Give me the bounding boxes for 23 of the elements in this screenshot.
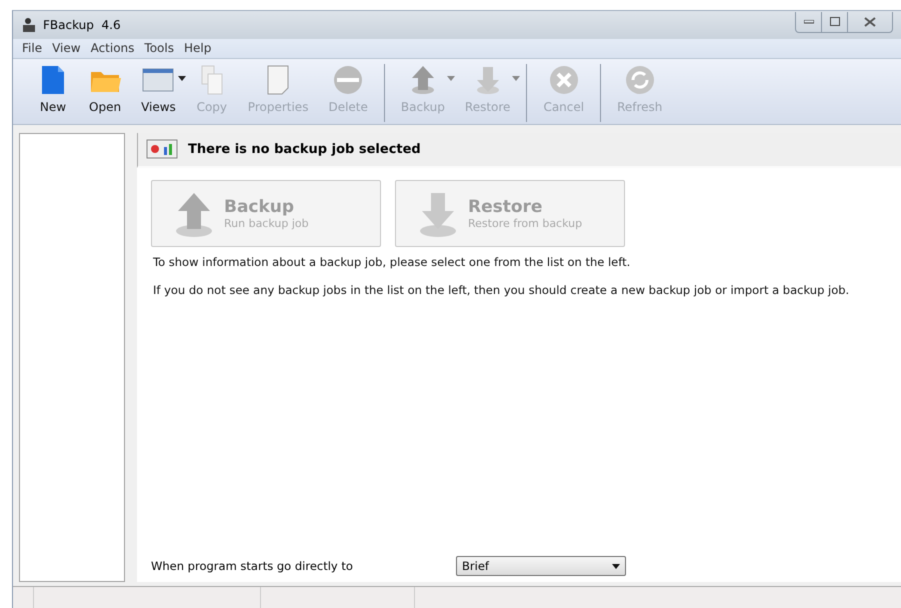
menu-item[interactable]: Tools	[139, 39, 179, 58]
toolbar-button[interactable]: New	[27, 62, 79, 124]
close-icon	[864, 16, 876, 26]
menu-item[interactable]: Help	[178, 39, 216, 58]
menu-item[interactable]: Actions	[86, 39, 140, 58]
minus-circle-icon	[332, 64, 364, 96]
info-text: If you do not see any backup jobs in the list on the left, then you should create a new backup job or import a backup job.	[153, 283, 850, 297]
close-circle-icon	[548, 64, 580, 96]
menu-item[interactable]: File	[17, 39, 48, 58]
toolbar-button[interactable]: Open	[79, 62, 132, 124]
window-title: FBackup 4.6	[43, 18, 122, 32]
maximize-icon	[830, 17, 840, 26]
info-text: To show information about a backup job, please select one from the list on the left.	[153, 255, 632, 269]
caret-icon	[612, 564, 620, 568]
chart-board-icon	[146, 138, 178, 160]
header-title: There is no backup job selected	[188, 142, 421, 157]
menu-item[interactable]: View	[47, 39, 86, 58]
startup-select[interactable]: Brief	[456, 556, 626, 576]
app-icon	[21, 17, 37, 33]
startup-label: When program starts go directly to	[151, 559, 354, 573]
toolbar-button[interactable]: Views	[131, 62, 186, 124]
refresh-icon	[624, 64, 656, 96]
minimize-icon	[804, 20, 814, 24]
